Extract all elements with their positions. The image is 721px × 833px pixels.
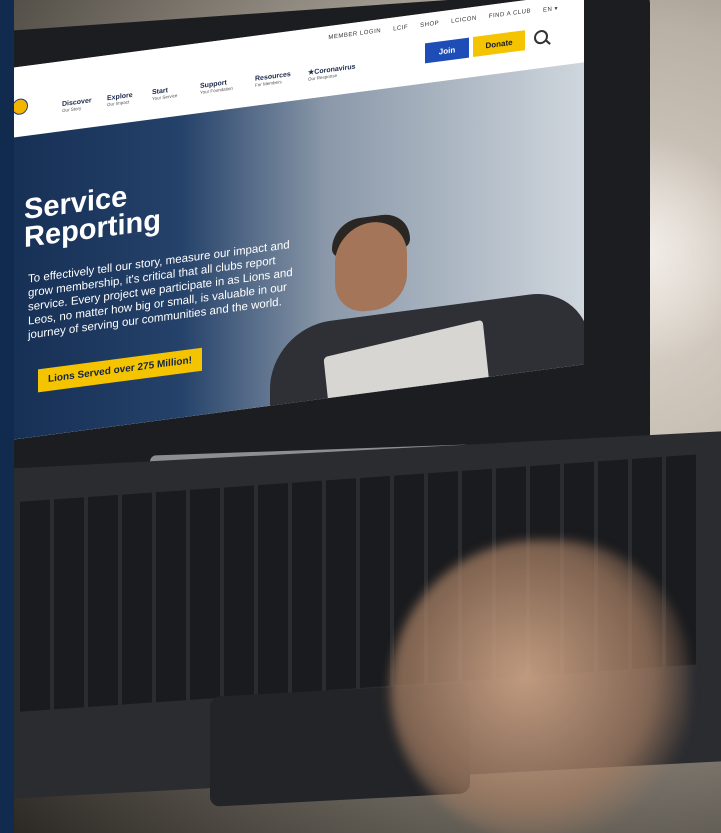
utility-lcicon[interactable]: LCICON	[451, 16, 477, 26]
utility-language[interactable]: EN ▾	[543, 5, 558, 14]
blurred-hand	[390, 540, 690, 833]
left-navy-bar	[0, 0, 14, 833]
utility-lcif[interactable]: LCIF	[393, 25, 408, 34]
utility-find-a-club[interactable]: FIND A CLUB	[489, 8, 531, 21]
utility-member-login[interactable]: MEMBER LOGIN	[328, 28, 381, 42]
utility-shop[interactable]: SHOP	[420, 21, 439, 31]
photo-scene: MEMBER LOGIN LCIF SHOP LCICON FIND A CLU…	[0, 0, 721, 833]
laptop-screen: MEMBER LOGIN LCIF SHOP LCICON FIND A CLU…	[10, 0, 584, 441]
